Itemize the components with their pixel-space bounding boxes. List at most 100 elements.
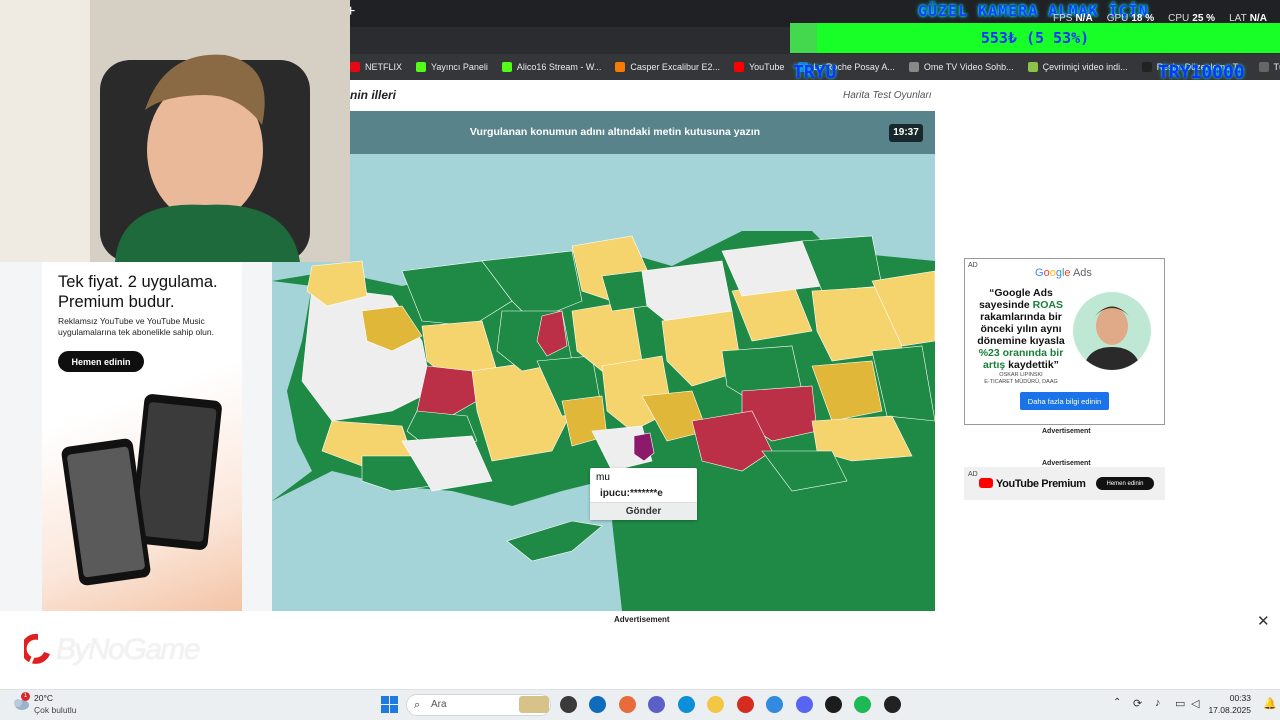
game-instruction: Vurgulanan konumun adını altındaki metin…: [469, 126, 761, 138]
bookmark-favicon-icon: [501, 62, 512, 72]
ad-tag: AD: [968, 262, 978, 269]
volume-icon[interactable]: ◁: [1191, 697, 1199, 710]
ad-body: Reklamsız YouTube ve YouTube Music uygul…: [58, 316, 214, 337]
bookmark-label: Ome TV Video Sohb...: [923, 62, 1014, 72]
testimonial-quote: “Google Ads sayesinde ROAS rakamlarında …: [971, 287, 1071, 371]
testimonial-avatar: [1073, 292, 1151, 370]
sync-icon[interactable]: ⟳: [1133, 697, 1142, 710]
teams-icon[interactable]: [648, 696, 665, 713]
network-icon[interactable]: ▭: [1175, 697, 1185, 710]
weather-description[interactable]: Çok bulutlu: [34, 705, 77, 715]
submit-button[interactable]: Gönder: [590, 502, 697, 520]
google-ads-logo: Google Ads: [1035, 267, 1092, 279]
edge-icon[interactable]: [678, 696, 695, 713]
bookmark-item[interactable]: Yayıncı Paneli: [416, 62, 488, 72]
quote-fragment: rakamlarında bir önceki yılın aynı dönem…: [977, 311, 1065, 347]
answer-input[interactable]: [596, 470, 692, 484]
app-icon[interactable]: [884, 696, 901, 713]
bookmark-favicon-icon: [1258, 62, 1269, 72]
chrome-icon[interactable]: [766, 696, 783, 713]
search-icon: ⌕: [414, 699, 421, 711]
clock-time[interactable]: 00:33: [1213, 693, 1251, 703]
overlay-stat: FPS N/A: [1053, 13, 1093, 24]
outlook-icon[interactable]: [589, 696, 606, 713]
overlay-stat-label: FPS: [1053, 13, 1073, 24]
turkey-map[interactable]: [272, 111, 935, 611]
overlay-stat-value: N/A: [1249, 13, 1267, 24]
bookmark-item[interactable]: Tüm Yer İşaretleri: [1258, 62, 1280, 72]
bookmark-favicon-icon: [350, 62, 360, 72]
bookmark-item[interactable]: Alico16 Stream - W...: [501, 62, 602, 72]
aegean-sea: [272, 281, 312, 501]
overlay-stat: GPU 18 %: [1107, 13, 1154, 24]
microphone-icon[interactable]: ♪: [1155, 697, 1161, 709]
overlay-stat-value: N/A: [1075, 13, 1093, 24]
bynogame-logo-text: ByNoGame: [56, 633, 201, 666]
overlay-performance-stats: FPS N/A GPU 18 % CPU 25 % LAT N/A: [1053, 13, 1267, 24]
widgets-icon[interactable]: [519, 696, 549, 713]
province-region[interactable]: [301, 285, 433, 422]
chevron-up-icon[interactable]: ⌃: [1113, 697, 1121, 708]
answer-hint: ipucu:*******e: [600, 488, 663, 499]
donation-goal-text: 553₺ (5 53%): [980, 29, 1090, 47]
testimonial-person-name: OSKAR LIPINSKI: [999, 372, 1043, 378]
province-region[interactable]: [761, 450, 848, 492]
advertisement-label: Advertisement: [614, 615, 670, 624]
windows-taskbar: [0, 689, 1280, 720]
obs-icon[interactable]: [825, 696, 842, 713]
yt-cta-button[interactable]: Hemen edinin: [1096, 477, 1154, 490]
bookmark-item[interactable]: Çevrimiçi video indi...: [1027, 62, 1128, 72]
bookmark-item[interactable]: Ome TV Video Sohb...: [908, 62, 1014, 72]
bookmark-label: YouTube: [748, 62, 785, 72]
taskview-icon[interactable]: [560, 696, 577, 713]
ad-tag: AD: [968, 471, 978, 478]
weather-temperature[interactable]: 20°C: [34, 693, 53, 703]
search-placeholder: Ara: [431, 699, 447, 710]
testimonial-person: OSKAR LIPINSKI E-TICARET MÜDÜRÜ, DAAG: [971, 372, 1071, 386]
youtube-logo-icon: [979, 478, 993, 488]
advertisement-label: Advertisement: [1042, 460, 1091, 467]
bookmark-favicon-icon: [1027, 62, 1038, 72]
quote-fragment: ROAS: [1032, 299, 1064, 311]
phones-illustration: [61, 394, 222, 586]
youtube-premium-ad[interactable]: [42, 262, 242, 611]
google-ads-word: Ads: [1070, 267, 1092, 279]
clock-date[interactable]: 17.08.2025: [1203, 705, 1251, 715]
bookmark-item[interactable]: NETFLIX: [350, 62, 402, 72]
discord-icon[interactable]: [796, 696, 813, 713]
file-explorer-icon[interactable]: [707, 696, 724, 713]
overlay-stat-label: LAT: [1229, 13, 1247, 24]
weather-badge: 1: [21, 692, 30, 701]
bookmark-favicon-icon: [908, 62, 919, 72]
province-region[interactable]: [811, 360, 883, 422]
overlay-stat-label: GPU: [1106, 13, 1129, 24]
category-link[interactable]: Harita Test Oyunları: [843, 90, 932, 101]
overlay-stat-label: CPU: [1168, 13, 1190, 24]
overlay-stat: CPU 25 %: [1168, 13, 1215, 24]
bynogame-logo-icon: [24, 633, 50, 665]
overlay-stat-value: 25 %: [1192, 13, 1216, 24]
learn-more-button[interactable]: Daha fazla bilgi edinin: [1020, 392, 1109, 410]
close-icon[interactable]: ✕: [1257, 612, 1270, 630]
opera-icon[interactable]: [737, 696, 754, 713]
spotify-icon[interactable]: [854, 696, 871, 713]
bookmark-favicon-icon: [416, 62, 427, 72]
ad-cta-button[interactable]: Hemen edinin: [58, 351, 144, 372]
bookmark-label: Casper Excalibur E2...: [630, 62, 720, 72]
game-timer: 19:37: [889, 124, 923, 142]
map-game-area[interactable]: [272, 111, 935, 611]
notification-bell-icon[interactable]: 🔔: [1263, 697, 1277, 710]
bookmark-label: Çevrimiçi video indi...: [1042, 62, 1128, 72]
overlay-stat: LAT N/A: [1229, 13, 1267, 24]
bookmark-item[interactable]: Casper Excalibur E2...: [615, 62, 720, 72]
google-logo-letter: G: [1035, 267, 1044, 279]
windows-start-icon[interactable]: [381, 696, 398, 713]
bookmark-favicon-icon: [733, 62, 744, 72]
advertisement-label: Advertisement: [1042, 428, 1091, 435]
bookmark-label: Alico16 Stream - W...: [516, 62, 602, 72]
bookmark-label: Yayıncı Paneli: [431, 62, 488, 72]
quote-fragment: kaydettik”: [1005, 359, 1059, 371]
copilot-icon[interactable]: [619, 696, 636, 713]
bookmark-item[interactable]: YouTube: [733, 62, 785, 72]
testimonial-person-title: E-TICARET MÜDÜRÜ, DAAG: [984, 379, 1058, 385]
